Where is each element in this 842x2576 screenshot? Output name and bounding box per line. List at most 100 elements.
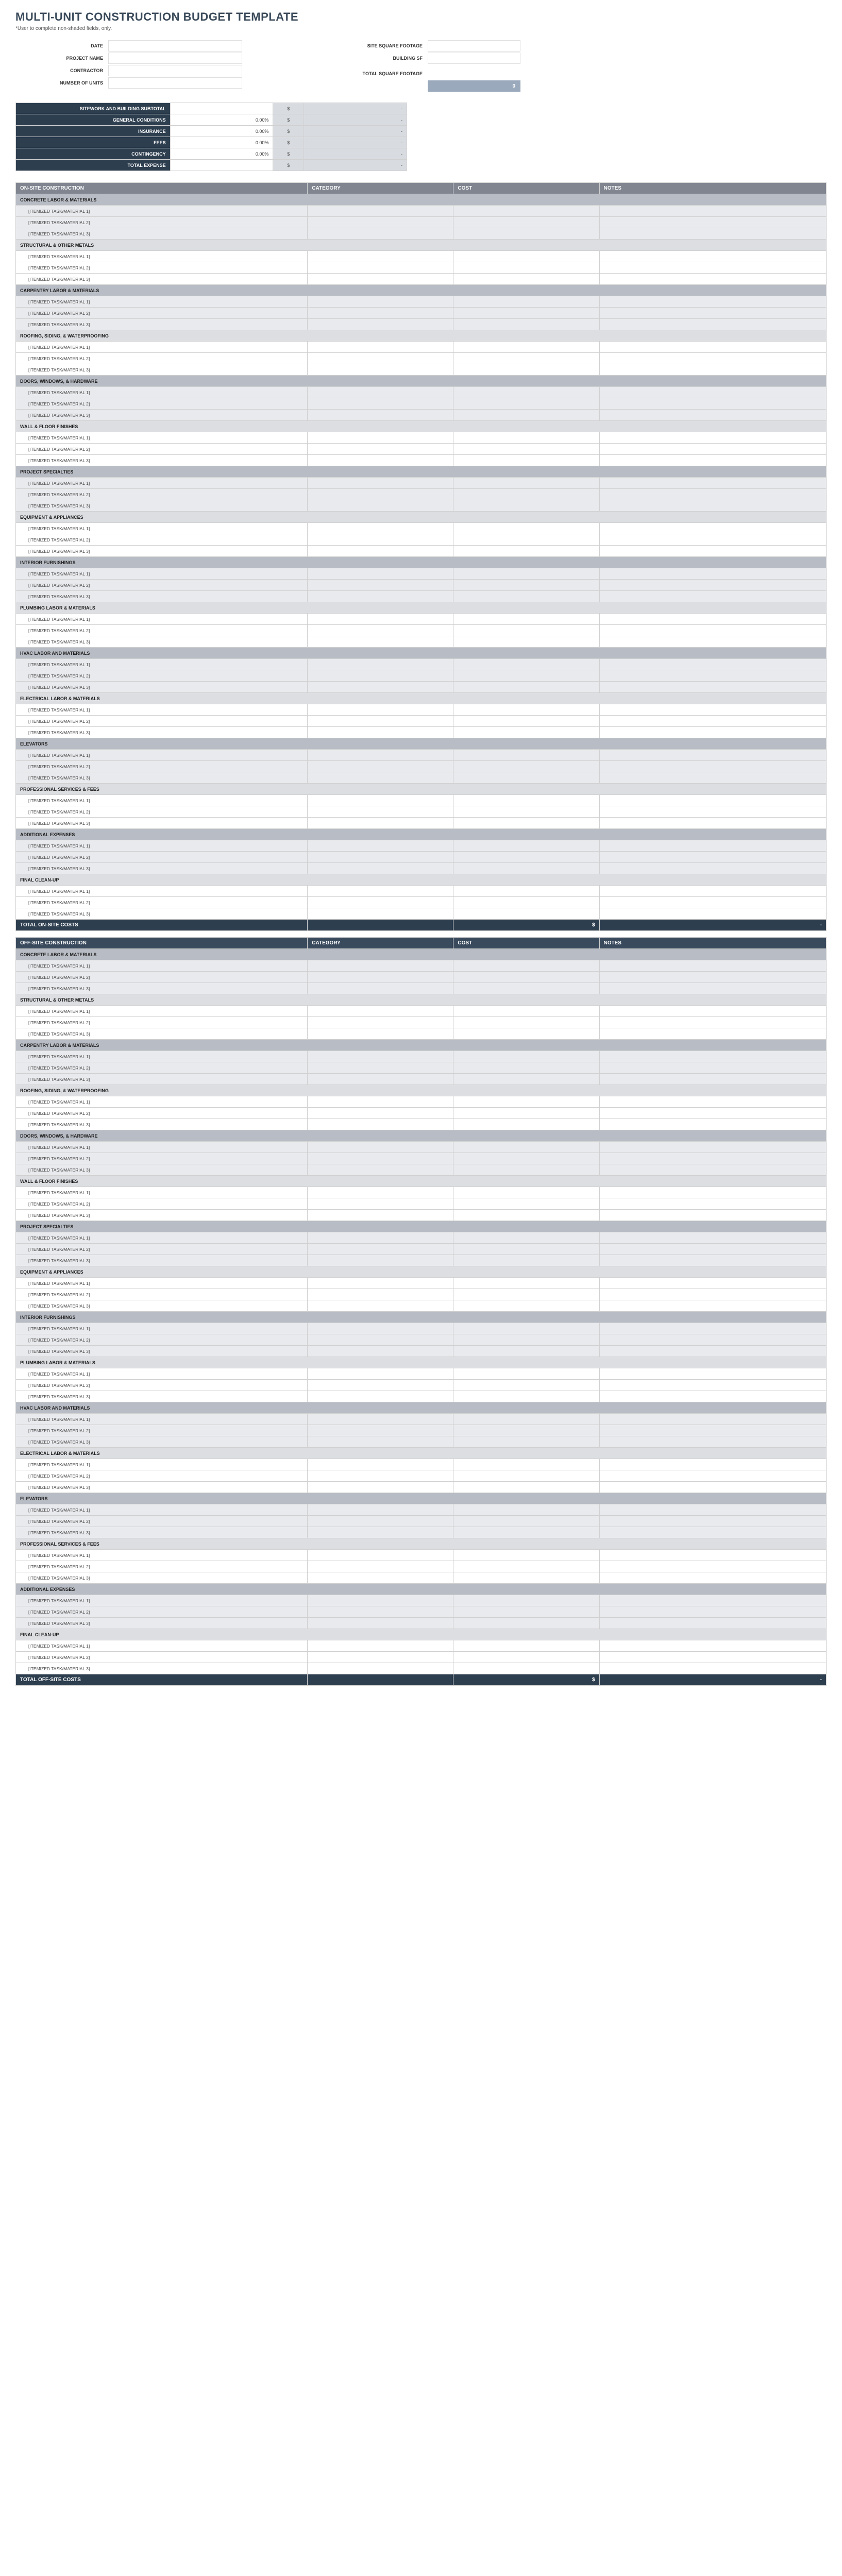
item-notes[interactable] bbox=[599, 886, 826, 897]
item-cost[interactable] bbox=[453, 1606, 599, 1618]
item-category[interactable] bbox=[308, 897, 453, 908]
item-name[interactable]: [ITEMIZED TASK/MATERIAL 1] bbox=[16, 478, 308, 489]
item-category[interactable] bbox=[308, 489, 453, 500]
item-name[interactable]: [ITEMIZED TASK/MATERIAL 2] bbox=[16, 580, 308, 591]
item-notes[interactable] bbox=[599, 1323, 826, 1334]
item-category[interactable] bbox=[308, 1640, 453, 1652]
item-cost[interactable] bbox=[453, 478, 599, 489]
item-name[interactable]: [ITEMIZED TASK/MATERIAL 1] bbox=[16, 1006, 308, 1017]
item-name[interactable]: [ITEMIZED TASK/MATERIAL 2] bbox=[16, 716, 308, 727]
item-category[interactable] bbox=[308, 206, 453, 217]
item-category[interactable] bbox=[308, 1652, 453, 1663]
item-name[interactable]: [ITEMIZED TASK/MATERIAL 3] bbox=[16, 983, 308, 994]
item-category[interactable] bbox=[308, 1459, 453, 1470]
item-notes[interactable] bbox=[599, 387, 826, 398]
item-name[interactable]: [ITEMIZED TASK/MATERIAL 3] bbox=[16, 410, 308, 421]
item-name[interactable]: [ITEMIZED TASK/MATERIAL 3] bbox=[16, 364, 308, 376]
item-name[interactable]: [ITEMIZED TASK/MATERIAL 2] bbox=[16, 625, 308, 636]
item-cost[interactable] bbox=[453, 1368, 599, 1380]
item-cost[interactable] bbox=[453, 1470, 599, 1482]
item-category[interactable] bbox=[308, 364, 453, 376]
item-name[interactable]: [ITEMIZED TASK/MATERIAL 3] bbox=[16, 1346, 308, 1357]
item-notes[interactable] bbox=[599, 308, 826, 319]
item-cost[interactable] bbox=[453, 1346, 599, 1357]
item-cost[interactable] bbox=[453, 670, 599, 682]
item-cost[interactable] bbox=[453, 840, 599, 852]
item-name[interactable]: [ITEMIZED TASK/MATERIAL 2] bbox=[16, 308, 308, 319]
item-category[interactable] bbox=[308, 523, 453, 534]
item-name[interactable]: [ITEMIZED TASK/MATERIAL 3] bbox=[16, 682, 308, 693]
item-name[interactable]: [ITEMIZED TASK/MATERIAL 3] bbox=[16, 1618, 308, 1629]
item-category[interactable] bbox=[308, 432, 453, 444]
item-name[interactable]: [ITEMIZED TASK/MATERIAL 2] bbox=[16, 1380, 308, 1391]
item-category[interactable] bbox=[308, 1244, 453, 1255]
item-notes[interactable] bbox=[599, 251, 826, 262]
item-name[interactable]: [ITEMIZED TASK/MATERIAL 3] bbox=[16, 818, 308, 829]
item-category[interactable] bbox=[308, 1006, 453, 1017]
item-category[interactable] bbox=[308, 625, 453, 636]
item-category[interactable] bbox=[308, 1187, 453, 1198]
item-name[interactable]: [ITEMIZED TASK/MATERIAL 2] bbox=[16, 1244, 308, 1255]
item-notes[interactable] bbox=[599, 750, 826, 761]
item-notes[interactable] bbox=[599, 1414, 826, 1425]
item-category[interactable] bbox=[308, 1096, 453, 1108]
item-cost[interactable] bbox=[453, 806, 599, 818]
item-cost[interactable] bbox=[453, 1504, 599, 1516]
item-category[interactable] bbox=[308, 1334, 453, 1346]
item-name[interactable]: [ITEMIZED TASK/MATERIAL 1] bbox=[16, 432, 308, 444]
summary-pct[interactable]: 0.00% bbox=[170, 114, 273, 126]
item-category[interactable] bbox=[308, 908, 453, 920]
item-cost[interactable] bbox=[453, 308, 599, 319]
item-notes[interactable] bbox=[599, 1368, 826, 1380]
item-notes[interactable] bbox=[599, 364, 826, 376]
item-category[interactable] bbox=[308, 1255, 453, 1266]
item-name[interactable]: [ITEMIZED TASK/MATERIAL 1] bbox=[16, 614, 308, 625]
item-category[interactable] bbox=[308, 750, 453, 761]
item-notes[interactable] bbox=[599, 1062, 826, 1074]
item-notes[interactable] bbox=[599, 670, 826, 682]
item-category[interactable] bbox=[308, 840, 453, 852]
item-cost[interactable] bbox=[453, 1482, 599, 1493]
item-category[interactable] bbox=[308, 1663, 453, 1674]
item-cost[interactable] bbox=[453, 727, 599, 738]
item-cost[interactable] bbox=[453, 983, 599, 994]
item-notes[interactable] bbox=[599, 1153, 826, 1164]
item-category[interactable] bbox=[308, 1561, 453, 1572]
item-name[interactable]: [ITEMIZED TASK/MATERIAL 1] bbox=[16, 960, 308, 972]
item-name[interactable]: [ITEMIZED TASK/MATERIAL 3] bbox=[16, 591, 308, 602]
item-name[interactable]: [ITEMIZED TASK/MATERIAL 3] bbox=[16, 1028, 308, 1040]
item-category[interactable] bbox=[308, 308, 453, 319]
summary-pct[interactable]: 0.00% bbox=[170, 137, 273, 148]
item-name[interactable]: [ITEMIZED TASK/MATERIAL 2] bbox=[16, 1516, 308, 1527]
item-name[interactable]: [ITEMIZED TASK/MATERIAL 2] bbox=[16, 398, 308, 410]
item-name[interactable]: [ITEMIZED TASK/MATERIAL 3] bbox=[16, 636, 308, 648]
item-notes[interactable] bbox=[599, 353, 826, 364]
item-category[interactable] bbox=[308, 972, 453, 983]
item-category[interactable] bbox=[308, 1119, 453, 1130]
item-category[interactable] bbox=[308, 716, 453, 727]
item-category[interactable] bbox=[308, 455, 453, 466]
item-category[interactable] bbox=[308, 1198, 453, 1210]
item-name[interactable]: [ITEMIZED TASK/MATERIAL 3] bbox=[16, 727, 308, 738]
item-cost[interactable] bbox=[453, 1142, 599, 1153]
item-cost[interactable] bbox=[453, 1640, 599, 1652]
item-name[interactable]: [ITEMIZED TASK/MATERIAL 3] bbox=[16, 863, 308, 874]
item-category[interactable] bbox=[308, 659, 453, 670]
item-cost[interactable] bbox=[453, 750, 599, 761]
item-notes[interactable] bbox=[599, 398, 826, 410]
item-category[interactable] bbox=[308, 1278, 453, 1289]
item-category[interactable] bbox=[308, 863, 453, 874]
item-name[interactable]: [ITEMIZED TASK/MATERIAL 2] bbox=[16, 761, 308, 772]
item-category[interactable] bbox=[308, 591, 453, 602]
item-cost[interactable] bbox=[453, 274, 599, 285]
item-cost[interactable] bbox=[453, 1278, 599, 1289]
item-cost[interactable] bbox=[453, 591, 599, 602]
item-name[interactable]: [ITEMIZED TASK/MATERIAL 1] bbox=[16, 387, 308, 398]
item-name[interactable]: [ITEMIZED TASK/MATERIAL 3] bbox=[16, 1300, 308, 1312]
item-cost[interactable] bbox=[453, 444, 599, 455]
item-category[interactable] bbox=[308, 387, 453, 398]
item-name[interactable]: [ITEMIZED TASK/MATERIAL 2] bbox=[16, 1153, 308, 1164]
item-notes[interactable] bbox=[599, 795, 826, 806]
item-name[interactable]: [ITEMIZED TASK/MATERIAL 2] bbox=[16, 444, 308, 455]
item-category[interactable] bbox=[308, 704, 453, 716]
